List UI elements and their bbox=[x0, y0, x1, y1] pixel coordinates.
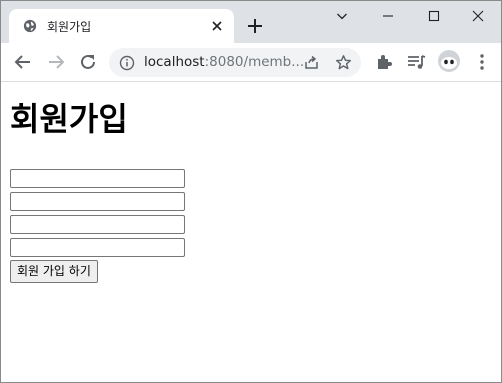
maximize-button[interactable] bbox=[411, 1, 457, 31]
puzzle-icon[interactable] bbox=[373, 51, 395, 73]
browser-toolbar: localhost:8080/memb... bbox=[1, 43, 501, 82]
signup-field-3[interactable] bbox=[10, 215, 185, 234]
arrow-right-icon[interactable] bbox=[45, 51, 67, 73]
page-title: 회원가입 bbox=[10, 100, 128, 138]
arrow-left-icon[interactable] bbox=[12, 51, 34, 73]
signup-field-1[interactable] bbox=[10, 169, 185, 188]
globe-icon bbox=[23, 19, 37, 33]
plus-icon[interactable] bbox=[245, 16, 265, 36]
signup-field-2[interactable] bbox=[10, 192, 185, 211]
minimize-button[interactable] bbox=[365, 1, 411, 31]
browser-window: 회원가입 localhost:8080/memb... 회원가입 회원 가입 하… bbox=[0, 0, 502, 383]
signup-field-4[interactable] bbox=[10, 238, 185, 257]
share-icon[interactable] bbox=[303, 54, 320, 71]
signup-submit-button[interactable]: 회원 가입 하기 bbox=[10, 260, 98, 283]
tab-search-button[interactable] bbox=[319, 1, 365, 31]
close-window-button[interactable] bbox=[455, 1, 501, 31]
page-content: 회원가입 회원 가입 하기 bbox=[1, 82, 501, 382]
avatar[interactable] bbox=[438, 50, 460, 72]
close-icon[interactable] bbox=[209, 18, 225, 34]
tab-active[interactable]: 회원가입 bbox=[9, 9, 234, 43]
address-bar[interactable]: localhost:8080/memb... bbox=[109, 48, 361, 77]
media-playlist-icon[interactable] bbox=[405, 51, 427, 73]
url-host: localhost bbox=[144, 54, 205, 70]
chevron-down-icon bbox=[337, 13, 347, 20]
maximize-icon bbox=[428, 10, 440, 22]
url-path: :8080/memb... bbox=[204, 54, 305, 70]
close-icon bbox=[472, 10, 484, 22]
url-text[interactable]: localhost:8080/memb... bbox=[144, 54, 304, 70]
minimize-icon bbox=[383, 15, 393, 17]
tab-strip: 회원가입 bbox=[1, 1, 501, 43]
tab-title: 회원가입 bbox=[47, 20, 92, 34]
info-icon[interactable] bbox=[119, 55, 135, 71]
reload-icon[interactable] bbox=[77, 51, 99, 73]
star-icon[interactable] bbox=[335, 54, 352, 71]
profile-icon bbox=[441, 57, 457, 69]
kebab-menu-icon[interactable] bbox=[471, 51, 493, 73]
